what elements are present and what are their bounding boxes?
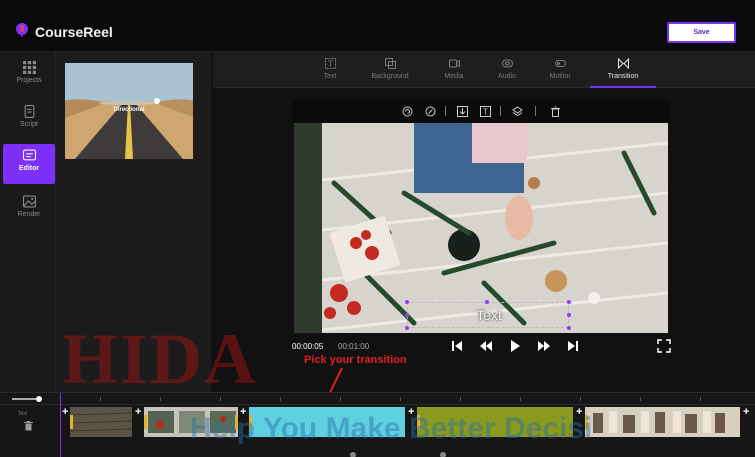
tab-transition[interactable]: Transition [590, 52, 656, 88]
heart-icon[interactable] [154, 98, 160, 104]
toolbar-divider [500, 106, 501, 116]
sidebar-item-render[interactable]: Render [3, 190, 55, 230]
watermark-logo-text: HIDA [62, 319, 259, 399]
total-time: 00:01:00 [338, 342, 370, 351]
sidebar-item-projects[interactable]: Projects [3, 56, 55, 96]
ruler-tick [340, 397, 341, 401]
clip-thumbnail [585, 407, 740, 437]
play-icon[interactable] [508, 339, 522, 353]
skip-end-icon[interactable] [566, 339, 580, 353]
image-icon [22, 195, 36, 208]
clip-trim-handle[interactable] [70, 415, 73, 429]
skip-start-icon[interactable] [450, 339, 464, 353]
add-clip-button[interactable]: + [135, 406, 141, 418]
video-toolbar: T [292, 100, 670, 123]
ruler-tick [700, 397, 701, 401]
overlay-text: Text [476, 307, 502, 323]
tab-label: Audio [498, 73, 516, 80]
ruler-tick [280, 397, 281, 401]
svg-text:T: T [328, 60, 333, 69]
resize-handle[interactable] [405, 313, 409, 317]
ruler-tick [520, 397, 521, 401]
tab-label: Media [444, 73, 464, 80]
thumbnail-label: Directional [113, 107, 145, 113]
crop-icon[interactable] [425, 106, 436, 117]
timeline-scroll-handle[interactable] [440, 452, 446, 457]
clip-trim-handle[interactable] [144, 415, 147, 429]
ruler-tick [160, 397, 161, 401]
toolbar-divider [445, 106, 446, 116]
sidebar-item-label: Script [20, 121, 38, 128]
sidebar-item-label: Editor [18, 165, 40, 172]
text-box-icon[interactable]: T [480, 106, 491, 117]
fast-forward-icon[interactable] [537, 339, 551, 353]
audio-icon [501, 59, 513, 68]
transition-icon [617, 58, 629, 69]
replace-icon[interactable] [402, 106, 413, 117]
grid-icon [22, 61, 36, 74]
ruler-tick [580, 397, 581, 401]
app-header: CourseReel Save [0, 0, 755, 52]
resize-handle[interactable] [485, 300, 489, 304]
tab-motion[interactable]: Motion [531, 52, 589, 88]
sidebar-item-label: Render [17, 211, 41, 218]
resize-handle[interactable] [405, 326, 409, 330]
tab-label: Motion [549, 73, 571, 80]
text-icon: T [324, 58, 336, 69]
tab-audio[interactable]: Audio [478, 52, 536, 88]
tab-background[interactable]: Background [361, 52, 419, 88]
add-clip-button[interactable]: + [62, 406, 68, 418]
timeline-ruler [0, 393, 755, 405]
document-icon [24, 105, 34, 118]
media-icon [448, 59, 460, 68]
tab-text[interactable]: T Text [301, 52, 359, 88]
watermark-tagline: Help You Make Better Decisi [190, 412, 593, 445]
logo-icon [16, 23, 28, 37]
tab-label: Transition [607, 73, 639, 80]
ruler-tick [400, 397, 401, 401]
ruler-tick [220, 397, 221, 401]
trash-icon[interactable] [24, 421, 33, 431]
ruler-tick [640, 397, 641, 401]
trash-icon[interactable] [550, 106, 561, 117]
sidebar-item-script[interactable]: Script [3, 100, 55, 140]
resize-handle[interactable] [567, 300, 571, 304]
layers-icon[interactable] [512, 106, 523, 117]
timeline-clip[interactable] [70, 407, 132, 437]
timeline-scroll-handle[interactable] [350, 452, 356, 457]
tab-label: Background [371, 73, 409, 80]
tab-label: Text [323, 73, 337, 80]
background-icon [384, 58, 396, 69]
tab-media[interactable]: Media [425, 52, 483, 88]
resize-handle[interactable] [567, 326, 571, 330]
save-button[interactable]: Save [667, 22, 736, 43]
fullscreen-icon[interactable] [657, 339, 671, 353]
motion-icon [554, 60, 566, 67]
editor-icon [22, 149, 36, 161]
svg-text:T: T [483, 108, 488, 117]
sidebar-item-editor[interactable]: Editor [3, 144, 55, 184]
current-time: 00:00:05 [292, 342, 324, 351]
toolbar-divider [535, 106, 536, 116]
resize-handle[interactable] [567, 313, 571, 317]
clip-thumbnail [70, 412, 132, 432]
rewind-icon[interactable] [479, 339, 493, 353]
app-window: CourseReel Save Projects Script Editor R… [0, 0, 755, 457]
transition-thumbnail[interactable]: Directional [65, 63, 193, 159]
sidebar: Projects Script Editor Render [0, 52, 56, 392]
annotation-label: Pick your transition [304, 354, 407, 366]
zoom-slider-knob[interactable] [36, 396, 42, 402]
text-overlay-box[interactable]: Text [407, 302, 569, 328]
track-label: Text [18, 411, 28, 417]
resize-handle[interactable] [405, 300, 409, 304]
app-name: CourseReel [35, 24, 113, 40]
ruler-tick [100, 397, 101, 401]
tool-tabs: T Text Background Media Audio Motion Tra… [213, 52, 755, 88]
playhead[interactable] [60, 393, 61, 457]
timeline-clip[interactable] [585, 407, 740, 437]
add-clip-button[interactable]: + [743, 406, 749, 418]
sidebar-item-label: Projects [16, 77, 42, 84]
ruler-tick [460, 397, 461, 401]
download-icon[interactable] [457, 106, 468, 117]
